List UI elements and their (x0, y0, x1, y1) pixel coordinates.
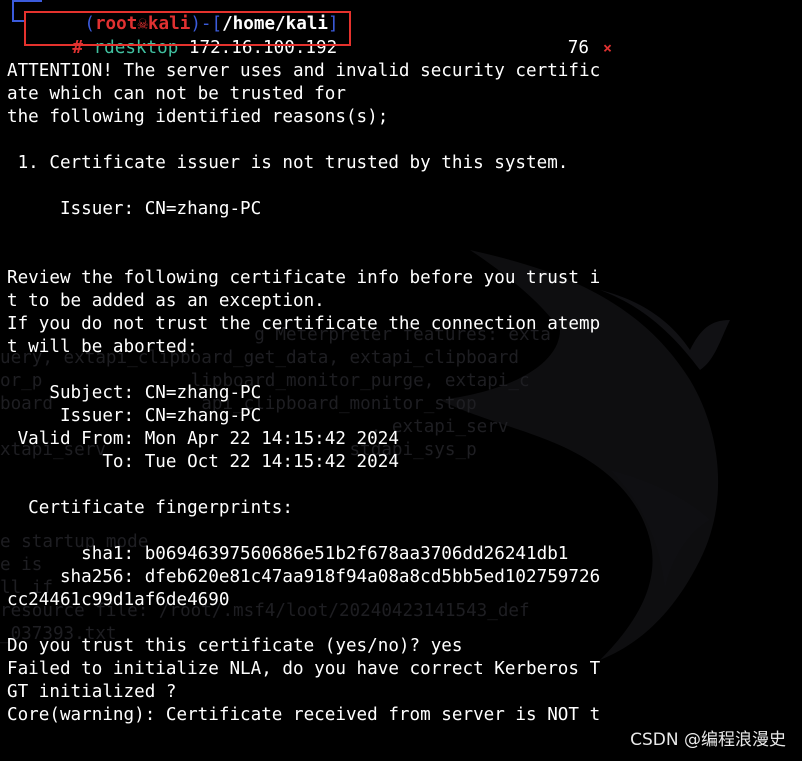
command-output: ATTENTION! The server uses and invalid s… (7, 60, 802, 727)
output-line: the following identified reasons(s); (7, 107, 389, 127)
output-line: 1. Certificate issuer is not trusted by … (7, 153, 569, 173)
output-line: Core(warning): Certificate received from… (7, 705, 601, 725)
command-highlight-box (24, 11, 351, 46)
output-line: Certificate fingerprints: (7, 498, 293, 518)
output-line: ate which can not be trusted for (7, 84, 346, 104)
output-line: If you do not trust the certificate the … (7, 314, 601, 334)
output-line: t to be added as an exception. (7, 291, 325, 311)
output-line: To: Tue Oct 22 14:15:42 2024 (7, 452, 399, 472)
output-line: Subject: CN=zhang-PC (7, 383, 262, 403)
output-line: sha256: dfeb620e81c47aa918f94a08a8cd5bb5… (7, 567, 601, 587)
prompt-header: (root☠kali)-[/home/kali] (0, 0, 338, 34)
output-line: Valid From: Mon Apr 22 14:15:42 2024 (7, 429, 399, 449)
output-line: t will be aborted: (7, 337, 198, 357)
fail-mark-icon: × (602, 39, 612, 57)
exit-code: 76 (567, 38, 589, 58)
output-line: GT initialized ? (7, 682, 177, 702)
output-line: Issuer: CN=zhang-PC (7, 406, 262, 426)
terminal-window[interactable]: g Meterpreter features: exta uery, extapi… (0, 0, 802, 761)
output-line: Do you trust this certificate (yes/no)? … (7, 636, 463, 656)
output-line: Issuer: CN=zhang-PC (7, 199, 262, 219)
csdn-watermark: CSDN @编程浪漫史 (630, 730, 786, 750)
output-line: cc24461c99d1af6de4690 (7, 590, 230, 610)
output-line: ATTENTION! The server uses and invalid s… (7, 61, 601, 81)
output-line: sha1: b06946397560686e51b2f678aa3706dd26… (7, 544, 569, 564)
output-line: Failed to initialize NLA, do you have co… (7, 659, 601, 679)
output-line: Review the following certificate info be… (7, 268, 601, 288)
